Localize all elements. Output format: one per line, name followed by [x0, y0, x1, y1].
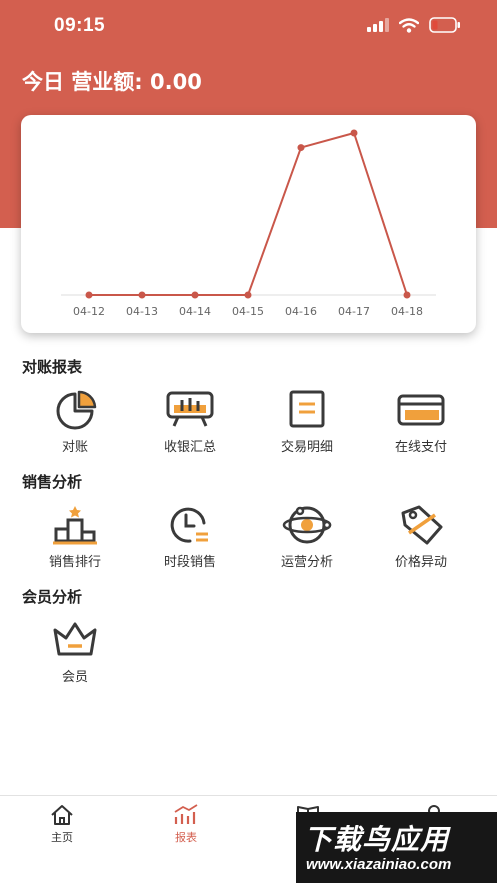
- grid-item-cashier-summary[interactable]: 收银汇总: [135, 388, 245, 455]
- watermark-title: 下载鸟应用: [304, 823, 450, 856]
- grid-item-label: 交易明细: [280, 440, 333, 455]
- grid-item-operation-analysis[interactable]: 运营分析: [252, 503, 362, 570]
- bar-chart-icon: [174, 804, 198, 824]
- wifi-icon: [399, 17, 419, 33]
- grid-item-members[interactable]: 会员: [20, 618, 130, 685]
- podium-icon: [53, 506, 97, 545]
- grid-item-label: 在线支付: [394, 440, 447, 455]
- crown-icon: [53, 622, 97, 656]
- status-time: 09:15: [54, 15, 106, 36]
- tab-reports[interactable]: 报表: [146, 804, 226, 845]
- revenue-series-line: [89, 131, 408, 296]
- grid-item-label: 对账: [61, 440, 88, 455]
- battery-icon: [429, 17, 460, 33]
- tab-label: 报表: [175, 831, 197, 844]
- watermark-banner: 下载鸟应用 www.xiazainiao.com: [296, 812, 497, 883]
- x-tick-label: 04-16: [285, 305, 317, 318]
- tab-label: 主页: [51, 831, 73, 844]
- credit-card-icon: [397, 394, 445, 426]
- section-title-sales: 销售分析: [22, 473, 83, 491]
- price-tag-icon: [401, 505, 443, 545]
- data-point[interactable]: [297, 144, 305, 152]
- grid-item-reconciliation[interactable]: 对账: [20, 388, 130, 455]
- grid-item-label: 时段销售: [163, 555, 216, 570]
- x-tick-label: 04-12: [73, 305, 105, 318]
- clock-icon: [170, 507, 208, 543]
- grid-item-label: 收银汇总: [163, 440, 216, 455]
- x-tick-label: 04-14: [179, 305, 211, 318]
- revenue-line-chart: 04-12 04-13 04-14 04-15 04-16 04-17 04-18: [61, 129, 436, 318]
- document-list-icon: [289, 390, 325, 428]
- x-tick-label: 04-17: [338, 305, 370, 318]
- cash-register-icon: [166, 391, 214, 427]
- x-tick-label: 04-18: [391, 305, 423, 318]
- data-point[interactable]: [138, 291, 146, 299]
- data-point[interactable]: [85, 291, 93, 299]
- grid-item-sales-ranking[interactable]: 销售排行: [20, 503, 130, 570]
- grid-item-price-change[interactable]: 价格异动: [366, 503, 476, 570]
- status-icons: [367, 17, 461, 33]
- grid-item-online-payment[interactable]: 在线支付: [366, 388, 476, 455]
- x-tick-label: 04-15: [232, 305, 264, 318]
- tab-home[interactable]: 主页: [22, 804, 102, 845]
- grid-item-label: 价格异动: [394, 555, 447, 570]
- watermark-url: www.xiazainiao.com: [306, 856, 452, 873]
- pie-chart-icon: [56, 390, 97, 430]
- section-title-members: 会员分析: [22, 588, 83, 606]
- signal-icon: [367, 18, 389, 32]
- revenue-chart-card: 04-12 04-13 04-14 04-15 04-16 04-17 04-18: [21, 115, 476, 333]
- grid-item-label: 销售排行: [48, 555, 101, 570]
- data-point[interactable]: [403, 291, 411, 299]
- grid-item-label: 运营分析: [280, 555, 333, 570]
- section-title-reconciliation: 对账报表: [22, 358, 83, 376]
- home-icon: [51, 805, 73, 825]
- grid-item-period-sales[interactable]: 时段销售: [135, 503, 245, 570]
- orbit-icon: [282, 506, 332, 544]
- data-point[interactable]: [244, 291, 252, 299]
- data-point[interactable]: [191, 291, 199, 299]
- x-tick-label: 04-13: [126, 305, 158, 318]
- grid-item-label: 会员: [61, 670, 88, 685]
- today-revenue: 今日 营业额: 0.00: [22, 70, 202, 94]
- grid-item-transaction-details[interactable]: 交易明细: [252, 388, 362, 455]
- data-point[interactable]: [350, 129, 358, 137]
- status-bar: 09:15: [0, 0, 497, 52]
